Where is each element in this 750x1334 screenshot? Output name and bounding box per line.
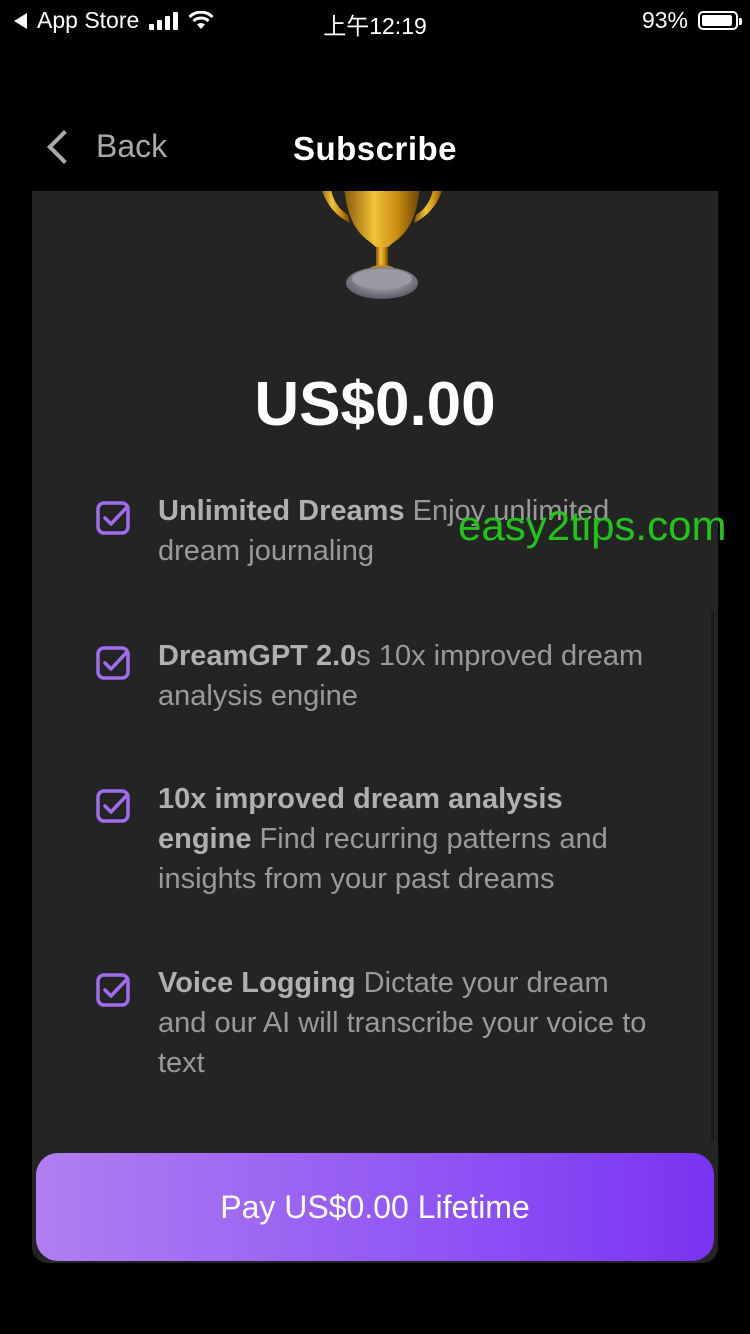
feature-text: DreamGPT 2.0s 10x improved dream analysi…	[158, 636, 658, 716]
feature-text: 10x improved dream analysis engine Find …	[158, 779, 658, 899]
watermark-text: easy2tips.com	[458, 502, 727, 549]
battery-percent: 93%	[641, 7, 688, 33]
subscription-card: US$0.00 Unlimited Dreams Enjoy unlimited…	[32, 191, 718, 1263]
trophy-icon	[322, 191, 442, 299]
price-label: US$0.00	[254, 370, 496, 439]
checkbox-checked-icon	[96, 973, 130, 1007]
status-time: 上午12:19	[323, 13, 427, 39]
scrollbar[interactable]	[711, 611, 714, 1141]
pay-lifetime-button[interactable]: Pay US$0.00 Lifetime	[36, 1153, 714, 1261]
checkbox-checked-icon	[96, 501, 130, 535]
checkbox-checked-icon	[96, 789, 130, 823]
feature-title: DreamGPT 2.0	[158, 640, 357, 672]
checkbox-checked-icon	[96, 646, 130, 680]
feature-text: Voice Logging Dictate your dream and our…	[158, 963, 658, 1083]
battery-fill	[702, 15, 732, 26]
status-bar: App Store 上午12:19 93%	[0, 0, 750, 42]
navigation-bar: Back Subscribe	[0, 110, 750, 186]
status-right: 93%	[641, 7, 742, 34]
feature-title: Voice Logging	[158, 967, 356, 999]
page-title: Subscribe	[292, 130, 458, 167]
feature-title: Unlimited Dreams	[158, 495, 405, 527]
battery-tip	[739, 18, 742, 25]
battery-icon	[698, 11, 742, 30]
